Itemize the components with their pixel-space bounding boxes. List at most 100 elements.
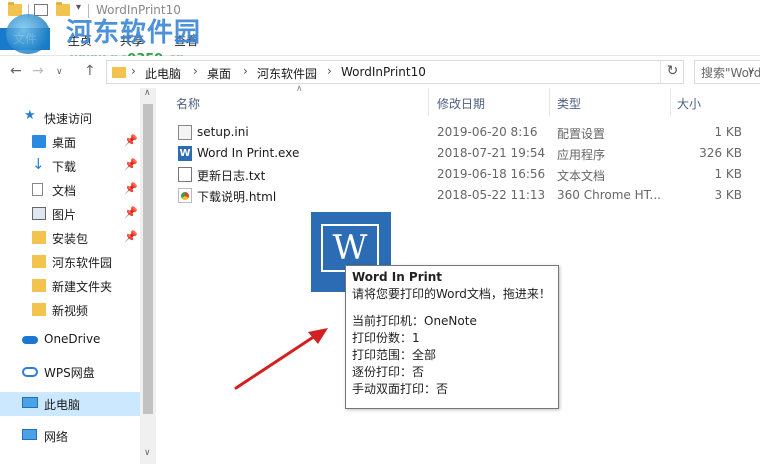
file-size: 326 KB: [699, 146, 742, 160]
back-arrow-icon[interactable]: ←: [10, 63, 22, 79]
forward-arrow-icon[interactable]: →: [32, 63, 44, 79]
folder-icon: [112, 67, 126, 78]
sidebar-item-label: 此电脑: [44, 398, 81, 412]
pin-icon[interactable]: 📌: [124, 158, 138, 171]
chevron-right-icon[interactable]: ›: [243, 64, 248, 78]
file-size: 1 KB: [714, 167, 742, 181]
computer-icon: [22, 397, 38, 408]
scroll-down-icon[interactable]: ∨: [144, 448, 151, 458]
tooltip-title: Word In Print: [352, 270, 443, 284]
table-row[interactable]: W Word In Print.exe 2018-07-21 19:54 应用程…: [156, 143, 760, 163]
up-arrow-icon[interactable]: ↑: [84, 63, 96, 79]
sidebar-item-wps-cloud[interactable]: WPS网盘: [0, 360, 140, 384]
text-file-icon: [178, 167, 192, 182]
network-icon: [22, 429, 37, 440]
pin-icon[interactable]: 📌: [124, 134, 138, 147]
search-input[interactable]: 搜索"WordInPrint10": [694, 60, 760, 84]
sidebar-item-label: 文档: [52, 184, 77, 198]
star-icon: ★: [24, 108, 36, 123]
file-name: 更新日志.txt: [197, 169, 266, 183]
file-type: 配置设置: [557, 127, 606, 141]
pin-icon[interactable]: 📌: [124, 182, 138, 195]
pin-icon[interactable]: 📌: [124, 206, 138, 219]
recent-locations-icon[interactable]: ∨: [56, 67, 63, 77]
sidebar-item-label: 下载: [52, 160, 77, 174]
sidebar-item-documents[interactable]: 文档 📌: [0, 178, 140, 202]
tooltip-printer: 当前打印机：OneNote: [352, 314, 477, 328]
sidebar-item-quick-access[interactable]: ★ 快速访问: [0, 106, 140, 130]
tooltip: Word In Print 请将您要打印的Word文档，拖进来！ 当前打印机：O…: [345, 265, 559, 409]
tooltip-duplex: 手动双面打印：否: [352, 382, 449, 396]
tooltip-spacer: [352, 303, 552, 313]
sidebar-scrollbar[interactable]: ∧ ∨: [140, 88, 156, 464]
scroll-up-icon[interactable]: ∧: [144, 88, 151, 98]
column-header-size[interactable]: 大小: [671, 88, 751, 116]
chevron-right-icon[interactable]: ›: [327, 64, 332, 78]
file-date: 2019-06-20 8:16: [437, 125, 538, 139]
folder-icon: [32, 279, 46, 292]
sidebar-item-network[interactable]: 网络: [0, 424, 140, 448]
sidebar-item-label: 河东软件园: [52, 256, 113, 270]
navigation-pane: ★ 快速访问 桌面 📌 ↓ 下载 📌 文档 📌 图片 📌 安装包 📌 河东软件园…: [0, 88, 156, 464]
file-date: 2019-06-18 16:56: [437, 167, 546, 181]
file-size: 3 KB: [714, 188, 742, 202]
file-name: 下载说明.html: [197, 190, 277, 204]
file-name: Word In Print.exe: [197, 146, 300, 160]
sidebar-item-new-video[interactable]: 新视频: [0, 298, 140, 322]
table-row[interactable]: setup.ini 2019-06-20 8:16 配置设置 1 KB: [156, 122, 760, 142]
watermark-logo: [6, 14, 50, 54]
breadcrumb-this-pc[interactable]: 此电脑: [145, 65, 181, 82]
desktop-icon: [32, 135, 46, 148]
sidebar-item-label: OneDrive: [44, 332, 101, 346]
sidebar-item-pictures[interactable]: 图片 📌: [0, 202, 140, 226]
column-header-label: 大小: [677, 97, 702, 111]
folder-icon: [32, 255, 46, 268]
tooltip-copies: 打印份数：1: [352, 331, 420, 345]
file-type: 文本文档: [557, 169, 606, 183]
file-date: 2018-07-21 19:54: [437, 146, 546, 160]
sidebar-item-onedrive[interactable]: OneDrive: [0, 328, 140, 352]
sidebar-item-label: 安装包: [52, 232, 89, 246]
column-header-label: 类型: [557, 97, 582, 111]
sidebar-item-label: 图片: [52, 208, 77, 222]
sidebar-item-hedong[interactable]: 河东软件园: [0, 250, 140, 274]
table-row[interactable]: 更新日志.txt 2019-06-18 16:56 文本文档 1 KB: [156, 164, 760, 184]
sidebar-item-label: 新建文件夹: [52, 280, 113, 294]
sidebar-item-label: 网络: [44, 430, 69, 444]
column-header-date[interactable]: 修改日期: [429, 88, 549, 116]
wps-cloud-icon: [22, 367, 38, 377]
file-type: 应用程序: [557, 148, 606, 162]
table-row[interactable]: 下载说明.html 2018-05-22 11:13 360 Chrome HT…: [156, 185, 760, 205]
download-icon: ↓: [32, 155, 45, 173]
document-icon: [32, 183, 43, 196]
sidebar-item-new-folder[interactable]: 新建文件夹: [0, 274, 140, 298]
sidebar-item-downloads[interactable]: ↓ 下载 📌: [0, 154, 140, 178]
sidebar-item-label: 快速访问: [44, 112, 93, 126]
picture-icon: [32, 207, 46, 220]
tooltip-instruction: 请将您要打印的Word文档，拖进来！: [352, 287, 551, 301]
tooltip-range: 打印范围：全部: [352, 348, 437, 362]
word-exe-icon: W: [178, 146, 192, 161]
column-header-type[interactable]: 类型: [550, 88, 670, 116]
sidebar-item-label: 新视频: [52, 304, 89, 318]
properties-icon[interactable]: [34, 4, 48, 16]
refresh-icon[interactable]: ↻: [660, 60, 684, 84]
breadcrumb-hedong[interactable]: 河东软件园: [257, 65, 317, 82]
chevron-right-icon[interactable]: ›: [193, 64, 198, 78]
chevron-right-icon[interactable]: ›: [131, 64, 136, 78]
sidebar-item-this-pc[interactable]: 此电脑: [0, 392, 140, 416]
sidebar-item-desktop[interactable]: 桌面 📌: [0, 130, 140, 154]
breadcrumb-desktop[interactable]: 桌面: [207, 65, 231, 82]
file-name: setup.ini: [197, 125, 249, 139]
address-bar[interactable]: › 此电脑 › 桌面 › 河东软件园 › WordInPrint10 ∨: [106, 60, 755, 84]
breadcrumb-wordinprint[interactable]: WordInPrint10: [341, 65, 426, 79]
ini-file-icon: [178, 125, 192, 140]
scroll-thumb[interactable]: [143, 104, 153, 414]
column-header-name[interactable]: 名称: [156, 88, 428, 116]
pin-icon[interactable]: 📌: [124, 230, 138, 243]
sidebar-item-installers[interactable]: 安装包 📌: [0, 226, 140, 250]
navigation-bar: ← → ∨ ↑ › 此电脑 › 桌面 › 河东软件园 › WordInPrint…: [0, 56, 760, 88]
column-header-label: 名称: [176, 97, 201, 111]
watermark-title: 河东软件园: [66, 18, 202, 48]
annotation-arrow-icon: [234, 328, 328, 390]
